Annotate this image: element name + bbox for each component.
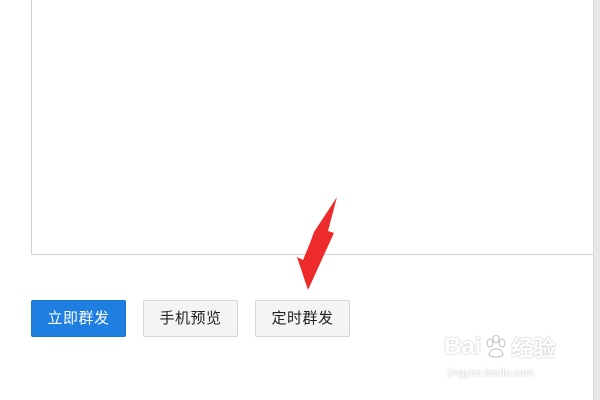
baidu-paw-icon	[486, 335, 506, 358]
mobile-preview-button[interactable]: 手机预览	[143, 300, 238, 337]
watermark-logo-cn: 经验	[511, 337, 556, 362]
baidu-watermark: Bai 经验 jingyan.baidu.com	[444, 328, 582, 388]
watermark-logo-text: Bai	[444, 333, 482, 360]
message-editor-area[interactable]	[31, 0, 600, 255]
window-right-edge	[593, 0, 600, 400]
watermark-logo: Bai 经验	[444, 328, 555, 366]
watermark-url: jingyan.baidu.com	[448, 368, 534, 379]
scheduled-send-button[interactable]: 定时群发	[255, 300, 350, 337]
send-now-button[interactable]: 立即群发	[31, 300, 126, 337]
action-button-row: 立即群发 手机预览 定时群发	[31, 300, 350, 337]
